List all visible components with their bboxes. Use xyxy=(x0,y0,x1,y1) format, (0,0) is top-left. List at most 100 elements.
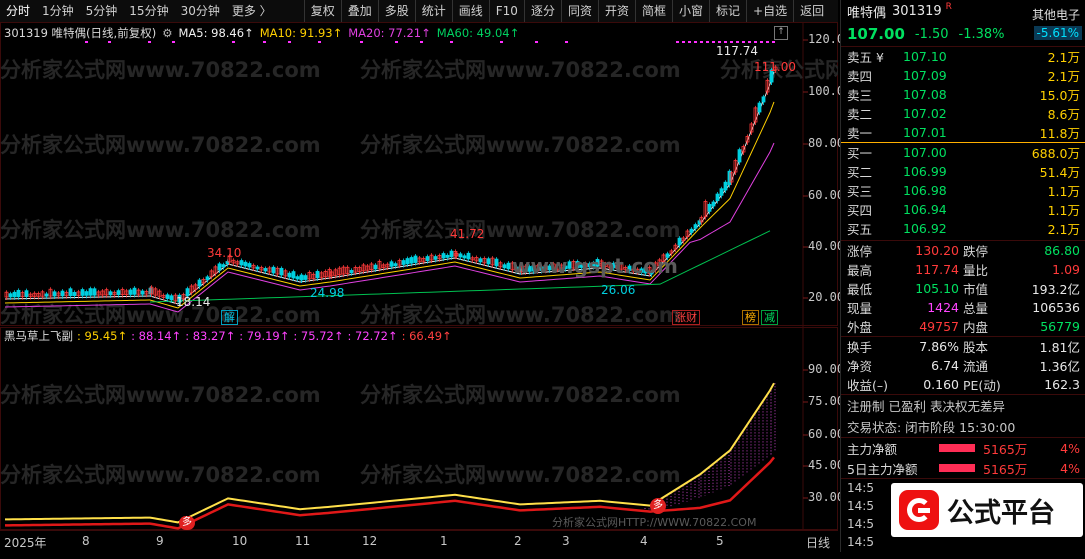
candle-body xyxy=(116,290,121,296)
order-level[interactable]: 卖二 107.02 8.6万 xyxy=(841,104,1085,123)
candle-body xyxy=(72,292,77,296)
level-label: 卖一 xyxy=(847,126,873,141)
order-level[interactable]: 买五 106.92 2.1万 xyxy=(841,219,1085,238)
limit-dot xyxy=(742,41,745,43)
multi-stock-button[interactable]: 多股 xyxy=(377,0,415,22)
candle-body xyxy=(80,289,85,296)
sector-name[interactable]: 其他电子 xyxy=(1032,6,1080,23)
month-label: 10 xyxy=(232,534,248,548)
flow-bar xyxy=(939,464,975,472)
order-level[interactable]: 卖三 107.08 15.0万 xyxy=(841,85,1085,104)
order-level[interactable]: 卖五 ¥ 107.10 2.1万 xyxy=(841,47,1085,66)
level-label: 卖二 xyxy=(847,107,873,122)
order-level[interactable]: 卖一 107.01 11.8万 xyxy=(841,123,1085,142)
limit-dot xyxy=(712,41,715,43)
ma10-value: MA10: 91.93↑ xyxy=(259,26,343,40)
stat-label: 总量 xyxy=(963,301,989,316)
candle-body xyxy=(458,253,463,258)
same-capital-button[interactable]: 同资 xyxy=(560,0,598,22)
watermark-text: 分析家公式网www.70822.com xyxy=(360,303,681,327)
rank-badge[interactable]: 榜 xyxy=(742,310,759,325)
candle-body xyxy=(92,288,97,296)
earnings-badge[interactable]: 涨财 xyxy=(672,310,700,325)
stat-value: 56779 xyxy=(1040,319,1080,334)
back-button[interactable]: 返回 xyxy=(793,0,830,22)
unlock-badge[interactable]: 解 xyxy=(221,310,238,325)
tab-30min[interactable]: 30分钟 xyxy=(175,0,226,22)
level-price: 106.98 xyxy=(903,183,947,198)
add-watchlist-button[interactable]: +自选 xyxy=(746,0,793,22)
indicator-value: : 75.72↑ xyxy=(293,329,344,343)
ma60-value: MA60: 49.04↑ xyxy=(436,26,520,40)
expand-icon[interactable]: ↑ xyxy=(774,26,788,40)
tab-1min[interactable]: 1分钟 xyxy=(36,0,80,22)
candle-body xyxy=(689,228,694,233)
price-change-pct: -1.38% xyxy=(958,26,1005,42)
limit-dot xyxy=(360,41,363,43)
long-signal-marker[interactable]: 多 xyxy=(179,516,195,530)
local-high-annotation: 34.10 xyxy=(207,246,242,260)
candle-body xyxy=(506,262,511,270)
watermark-text: 分析家公式网www.70822.com xyxy=(360,133,681,157)
order-level[interactable]: 买一 107.00 688.0万 xyxy=(841,143,1085,162)
watermark-text: 分析家公式网www.70822.com xyxy=(0,133,321,157)
order-level[interactable]: 买三 106.98 1.1万 xyxy=(841,181,1085,200)
chart-area[interactable]: 分析家公式网www.70822.com 分析家公式网www.70822.com 分析… xyxy=(0,22,844,530)
stat-value: 1.09 xyxy=(1052,262,1080,277)
order-level[interactable]: 卖四 107.09 2.1万 xyxy=(841,66,1085,85)
level-price: 106.99 xyxy=(903,164,947,179)
candle-body xyxy=(441,253,446,259)
stat-label: 现量 xyxy=(847,301,873,316)
candle-body xyxy=(723,181,728,191)
month-label: 2 xyxy=(514,534,522,548)
level-label: 买一 xyxy=(847,146,873,161)
per-minute-button[interactable]: 逐分 xyxy=(523,0,561,22)
limit-dot xyxy=(766,41,769,43)
long-signal-marker[interactable]: 多 xyxy=(650,498,666,514)
site-watermark: www.gspt.com xyxy=(512,254,678,278)
level-price: 106.92 xyxy=(903,221,947,236)
overlay-button[interactable]: 叠加 xyxy=(340,0,378,22)
stat-value: 130.20 xyxy=(915,243,959,258)
simple-frame-button[interactable]: 简框 xyxy=(634,0,672,22)
candle-body xyxy=(711,201,716,207)
candle-body xyxy=(405,258,410,265)
tab-15min[interactable]: 15分钟 xyxy=(123,0,174,22)
tab-5min[interactable]: 5分钟 xyxy=(80,0,124,22)
watermark-text: 分析家公式网www.70822.com xyxy=(360,218,681,242)
stat-label: PE(动) xyxy=(963,378,1001,393)
stat-label: 流通 xyxy=(963,359,989,374)
stat-value: 1.81亿 xyxy=(1039,340,1080,355)
candle-body xyxy=(60,290,65,297)
candle-body xyxy=(140,290,145,295)
stat-label: 最高 xyxy=(847,263,873,278)
f10-button[interactable]: F10 xyxy=(488,0,524,22)
limit-dot xyxy=(420,41,423,43)
level-volume: 2.1万 xyxy=(1047,50,1080,65)
settings-gear-icon[interactable]: ⚙ xyxy=(162,26,172,40)
tab-more[interactable]: 更多 〉 xyxy=(226,0,278,22)
local-low-annotation: 24.98 xyxy=(310,286,345,300)
order-level[interactable]: 买四 106.94 1.1万 xyxy=(841,200,1085,219)
order-level[interactable]: 买二 106.99 51.4万 xyxy=(841,162,1085,181)
restore-rights-button[interactable]: 复权 xyxy=(303,0,341,22)
mark-button[interactable]: 标记 xyxy=(709,0,746,22)
period-mode-label[interactable]: 日线 xyxy=(806,534,830,551)
limit-dot xyxy=(682,41,685,43)
tab-timeshare[interactable]: 分时 xyxy=(0,0,36,22)
price-change: -1.50 xyxy=(914,26,949,42)
stat-value: 86.80 xyxy=(1044,243,1080,258)
reduce-badge[interactable]: 减 xyxy=(761,310,778,325)
candle-body xyxy=(287,272,292,278)
limit-dot xyxy=(700,41,703,43)
open-capital-button[interactable]: 开资 xyxy=(597,0,635,22)
limit-dot xyxy=(748,41,751,43)
statistics-button[interactable]: 统计 xyxy=(414,0,452,22)
kline-chart-svg[interactable]: 分析家公式网www.70822.com 分析家公式网www.70822.com 分析… xyxy=(0,22,838,530)
level-price: 107.08 xyxy=(903,87,947,102)
quote-stats-2: 换手 7.86% 股本 1.81亿 净资 6.74 流通 1.36亿 收益(–) 0.160 PE(… xyxy=(841,337,1085,394)
tick-time: 14:5 xyxy=(847,481,874,495)
small-window-button[interactable]: 小窗 xyxy=(672,0,709,22)
draw-line-button[interactable]: 画线 xyxy=(451,0,489,22)
indicator-value: : 79.19↑ xyxy=(239,329,290,343)
